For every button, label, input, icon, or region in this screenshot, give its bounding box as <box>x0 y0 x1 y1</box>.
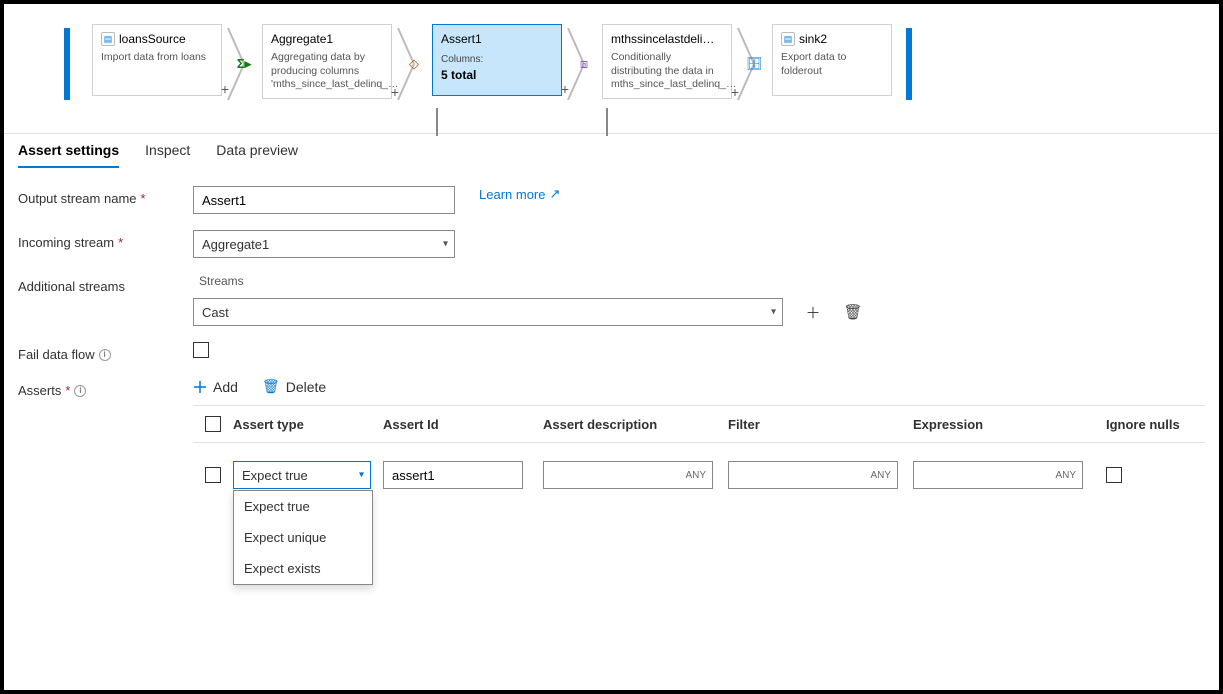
assert-settings-panel: Output stream name * Learn more ↗ Incomi… <box>4 168 1219 499</box>
ignore-nulls-checkbox[interactable] <box>1106 467 1122 483</box>
output-stream-input[interactable] <box>193 186 455 214</box>
any-badge: ANY <box>870 470 891 481</box>
col-expression: Expression <box>913 417 1098 432</box>
tab-data-preview[interactable]: Data preview <box>216 142 298 168</box>
node-title: mthssincelastdeli… <box>611 31 714 47</box>
expression-input[interactable]: ANY <box>913 461 1083 489</box>
flow-node-mthssincelastdeli[interactable]: mthssincelastdeli… Conditionally distrib… <box>602 24 732 99</box>
chevron-down-icon: ▾ <box>443 239 448 250</box>
flow-node-sink2[interactable]: ▤ sink2 Export data to folderout <box>772 24 892 96</box>
sink-icon: ▤ <box>781 32 795 46</box>
node-sub: Import data from loans <box>101 51 213 65</box>
assert-type-select[interactable]: Expect true ▾ Expect true Expect unique … <box>233 461 371 489</box>
tab-assert-settings[interactable]: Assert settings <box>18 142 119 168</box>
node-title: Assert1 <box>441 31 482 47</box>
sigma-icon: Σ▸ <box>234 54 254 74</box>
settings-tabs: Assert settings Inspect Data preview <box>4 134 1219 168</box>
asserts-label: Asserts * i <box>18 378 193 398</box>
additional-streams-label: Additional streams <box>18 274 193 294</box>
chevron-down-icon: ▾ <box>771 307 776 318</box>
fail-data-flow-label: Fail data flow i <box>18 342 193 362</box>
assert-icon: ◇ <box>404 54 424 74</box>
split-icon: ⧈ <box>574 54 594 74</box>
node-title: sink2 <box>799 31 827 47</box>
assert-id-input[interactable] <box>383 461 523 489</box>
input-port <box>64 28 70 100</box>
flow-node-aggregate1[interactable]: Aggregate1 Aggregating data by producing… <box>262 24 392 99</box>
flow-node-loanssource[interactable]: ▤loansSource Import data from loans + <box>92 24 222 96</box>
connector: ⧈ <box>566 28 602 100</box>
fail-data-flow-checkbox[interactable] <box>193 342 209 358</box>
dropdown-item[interactable]: Expect unique <box>234 522 372 553</box>
node-sub: Export data to folderout <box>781 51 883 78</box>
add-stream-button[interactable]: ＋ <box>803 302 823 322</box>
trash-icon: 🗑 <box>262 378 280 395</box>
connector: 🗄 <box>736 28 772 100</box>
stream-line <box>436 108 438 136</box>
source-icon: ▤ <box>101 32 115 46</box>
external-link-icon: ↗ <box>549 186 560 202</box>
chevron-down-icon: ▾ <box>359 470 364 481</box>
row-checkbox[interactable] <box>205 467 221 483</box>
select-all-checkbox[interactable] <box>205 416 221 432</box>
tab-inspect[interactable]: Inspect <box>145 142 190 168</box>
connector: Σ▸ <box>226 28 262 100</box>
info-icon[interactable]: i <box>99 349 111 361</box>
filter-input[interactable]: ANY <box>728 461 898 489</box>
assert-type-dropdown: Expect true Expect unique Expect exists <box>233 490 373 585</box>
col-filter: Filter <box>728 417 913 432</box>
any-badge: ANY <box>685 470 706 481</box>
info-icon[interactable]: i <box>74 385 86 397</box>
output-stream-label: Output stream name * <box>18 186 193 206</box>
incoming-stream-select[interactable]: Aggregate1 ▾ <box>193 230 455 258</box>
sink-icon: 🗄 <box>744 54 764 74</box>
any-badge: ANY <box>1055 470 1076 481</box>
connector: ◇ <box>396 28 432 100</box>
node-title: Aggregate1 <box>271 31 333 47</box>
delete-assert-button[interactable]: 🗑 Delete <box>262 378 326 395</box>
asserts-table: Assert type Assert Id Assert description… <box>193 405 1205 499</box>
stream-line <box>606 108 608 136</box>
add-assert-button[interactable]: Add <box>193 379 238 395</box>
flow-canvas: ▤loansSource Import data from loans + Σ▸… <box>4 4 1219 134</box>
streams-header: Streams <box>193 274 1205 288</box>
dropdown-item[interactable]: Expect exists <box>234 553 372 584</box>
columns-count: 5 total <box>441 67 553 83</box>
columns-label: Columns: <box>441 53 553 67</box>
node-sub: Aggregating data by producing columns 'm… <box>271 51 383 92</box>
additional-stream-select[interactable]: Cast ▾ <box>193 298 783 326</box>
col-assert-desc: Assert description <box>543 417 728 432</box>
incoming-stream-label: Incoming stream * <box>18 230 193 250</box>
assert-desc-input[interactable]: ANY <box>543 461 713 489</box>
col-ignore-nulls: Ignore nulls <box>1098 417 1198 432</box>
node-title: loansSource <box>119 31 186 47</box>
table-row: Expect true ▾ Expect true Expect unique … <box>193 443 1205 499</box>
delete-stream-button[interactable]: 🗑 <box>843 302 863 322</box>
learn-more-link[interactable]: Learn more ↗ <box>479 186 560 202</box>
col-assert-type: Assert type <box>233 417 383 432</box>
dropdown-item[interactable]: Expect true <box>234 491 372 522</box>
col-assert-id: Assert Id <box>383 417 543 432</box>
flow-node-assert1[interactable]: Assert1 Columns: 5 total + <box>432 24 562 96</box>
output-port <box>906 28 912 100</box>
node-sub: Conditionally distributing the data in m… <box>611 51 723 92</box>
